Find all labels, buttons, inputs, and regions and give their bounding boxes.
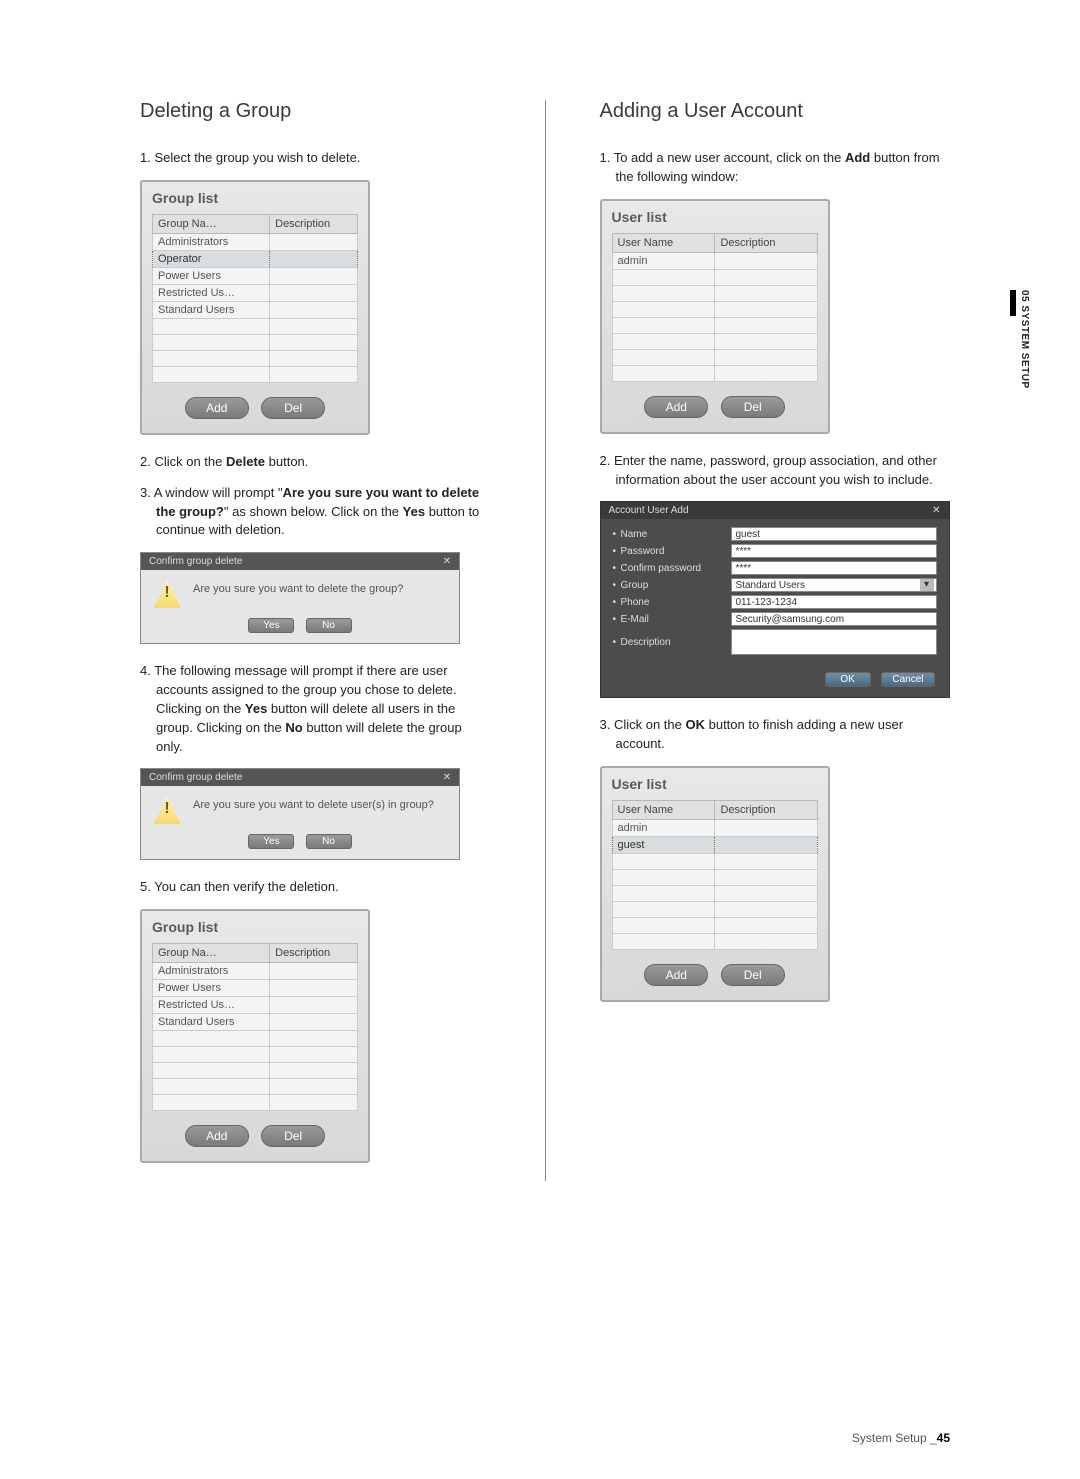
account-user-add-dialog: Account User Add ✕ •Nameguest •Password*… <box>600 501 950 698</box>
label-password: Password <box>621 546 731 557</box>
close-icon[interactable]: ✕ <box>932 505 940 516</box>
page-footer: System Setup _45 <box>852 1431 950 1445</box>
confirm-password-field[interactable]: **** <box>731 561 937 575</box>
close-icon[interactable]: ✕ <box>443 556 451 567</box>
group-list-table-after: Group Na… Description Administrators Pow… <box>152 943 358 1111</box>
col-user-name[interactable]: User Name <box>612 233 715 252</box>
label-group: Group <box>621 580 731 591</box>
yes-button[interactable]: Yes <box>248 618 294 633</box>
label-confirm-password: Confirm password <box>621 563 731 574</box>
column-divider <box>545 100 546 1181</box>
label-email: E-Mail <box>621 614 731 625</box>
name-field[interactable]: guest <box>731 527 937 541</box>
heading-deleting-group: Deleting a Group <box>140 100 491 123</box>
password-field[interactable]: **** <box>731 544 937 558</box>
table-row[interactable]: admin <box>612 252 715 269</box>
user-list-title: User list <box>612 776 818 792</box>
table-row[interactable]: Power Users <box>153 267 270 284</box>
table-row[interactable]: Power Users <box>153 980 270 997</box>
user-list-table-before: User Name Description admin <box>612 233 818 382</box>
del-button[interactable]: Del <box>261 397 325 419</box>
group-list-panel-before: Group list Group Na… Description Adminis… <box>140 180 370 435</box>
add-button[interactable]: Add <box>644 396 708 418</box>
dialog-title-text: Confirm group delete <box>149 772 242 783</box>
group-list-title: Group list <box>152 919 358 935</box>
col-group-name[interactable]: Group Na… <box>153 214 270 233</box>
step-3-right: 3. Click on the OK button to finish addi… <box>600 716 951 754</box>
email-field[interactable]: Security@samsung.com <box>731 612 937 626</box>
label-description: Description <box>621 637 731 648</box>
no-button[interactable]: No <box>306 618 352 633</box>
cancel-button[interactable]: Cancel <box>881 672 934 687</box>
ok-button[interactable]: OK <box>825 672 871 687</box>
col-description[interactable]: Description <box>270 214 358 233</box>
del-button[interactable]: Del <box>261 1125 325 1147</box>
col-description[interactable]: Description <box>715 801 817 820</box>
label-phone: Phone <box>621 597 731 608</box>
table-row[interactable]: Administrators <box>153 963 270 980</box>
table-row[interactable]: guest <box>612 837 715 854</box>
no-button[interactable]: No <box>306 834 352 849</box>
warning-icon <box>153 580 181 608</box>
add-button[interactable]: Add <box>185 397 249 419</box>
del-button[interactable]: Del <box>721 964 785 986</box>
confirm-delete-users-dialog: Confirm group delete ✕ Are you sure you … <box>140 768 460 860</box>
table-row[interactable]: Administrators <box>153 233 270 250</box>
step-2-left: 2. Click on the Delete button. <box>140 453 491 472</box>
table-row[interactable]: Restricted Us… <box>153 997 270 1014</box>
phone-field[interactable]: 011-123-1234 <box>731 595 937 609</box>
dialog-message: Are you sure you want to delete the grou… <box>193 580 403 596</box>
close-icon[interactable]: ✕ <box>443 772 451 783</box>
dialog-message: Are you sure you want to delete user(s) … <box>193 796 434 812</box>
user-list-title: User list <box>612 209 818 225</box>
heading-adding-user: Adding a User Account <box>600 100 951 123</box>
col-group-name[interactable]: Group Na… <box>153 944 270 963</box>
dialog-title-text: Confirm group delete <box>149 556 242 567</box>
table-row[interactable]: Restricted Us… <box>153 284 270 301</box>
group-list-table-before: Group Na… Description Administrators Ope… <box>152 214 358 383</box>
step-3-left: 3. A window will prompt "Are you sure yo… <box>140 484 491 541</box>
group-select[interactable]: Standard Users <box>731 578 937 592</box>
step-5-left: 5. You can then verify the deletion. <box>140 878 491 897</box>
side-tab: 05 SYSTEM SETUP <box>1008 290 1030 389</box>
add-button[interactable]: Add <box>185 1125 249 1147</box>
label-name: Name <box>621 529 731 540</box>
group-list-panel-after: Group list Group Na… Description Adminis… <box>140 909 370 1163</box>
warning-icon <box>153 796 181 824</box>
table-row[interactable]: Standard Users <box>153 1014 270 1031</box>
col-description[interactable]: Description <box>270 944 358 963</box>
col-description[interactable]: Description <box>715 233 817 252</box>
yes-button[interactable]: Yes <box>248 834 294 849</box>
form-title-text: Account User Add <box>609 505 689 516</box>
user-list-panel-before: User list User Name Description admin Ad… <box>600 199 830 434</box>
user-list-panel-after: User list User Name Description admin gu… <box>600 766 830 1002</box>
step-1-right: 1. To add a new user account, click on t… <box>600 149 951 187</box>
description-field[interactable] <box>731 629 937 655</box>
table-row[interactable]: admin <box>612 820 715 837</box>
user-list-table-after: User Name Description admin guest <box>612 800 818 950</box>
del-button[interactable]: Del <box>721 396 785 418</box>
table-row[interactable]: Operator <box>153 250 270 267</box>
confirm-delete-group-dialog: Confirm group delete ✕ Are you sure you … <box>140 552 460 644</box>
step-4-left: 4. The following message will prompt if … <box>140 662 491 756</box>
add-button[interactable]: Add <box>644 964 708 986</box>
step-2-right: 2. Enter the name, password, group assoc… <box>600 452 951 490</box>
group-list-title: Group list <box>152 190 358 206</box>
step-1-left: 1. Select the group you wish to delete. <box>140 149 491 168</box>
col-user-name[interactable]: User Name <box>612 801 715 820</box>
table-row[interactable]: Standard Users <box>153 301 270 318</box>
